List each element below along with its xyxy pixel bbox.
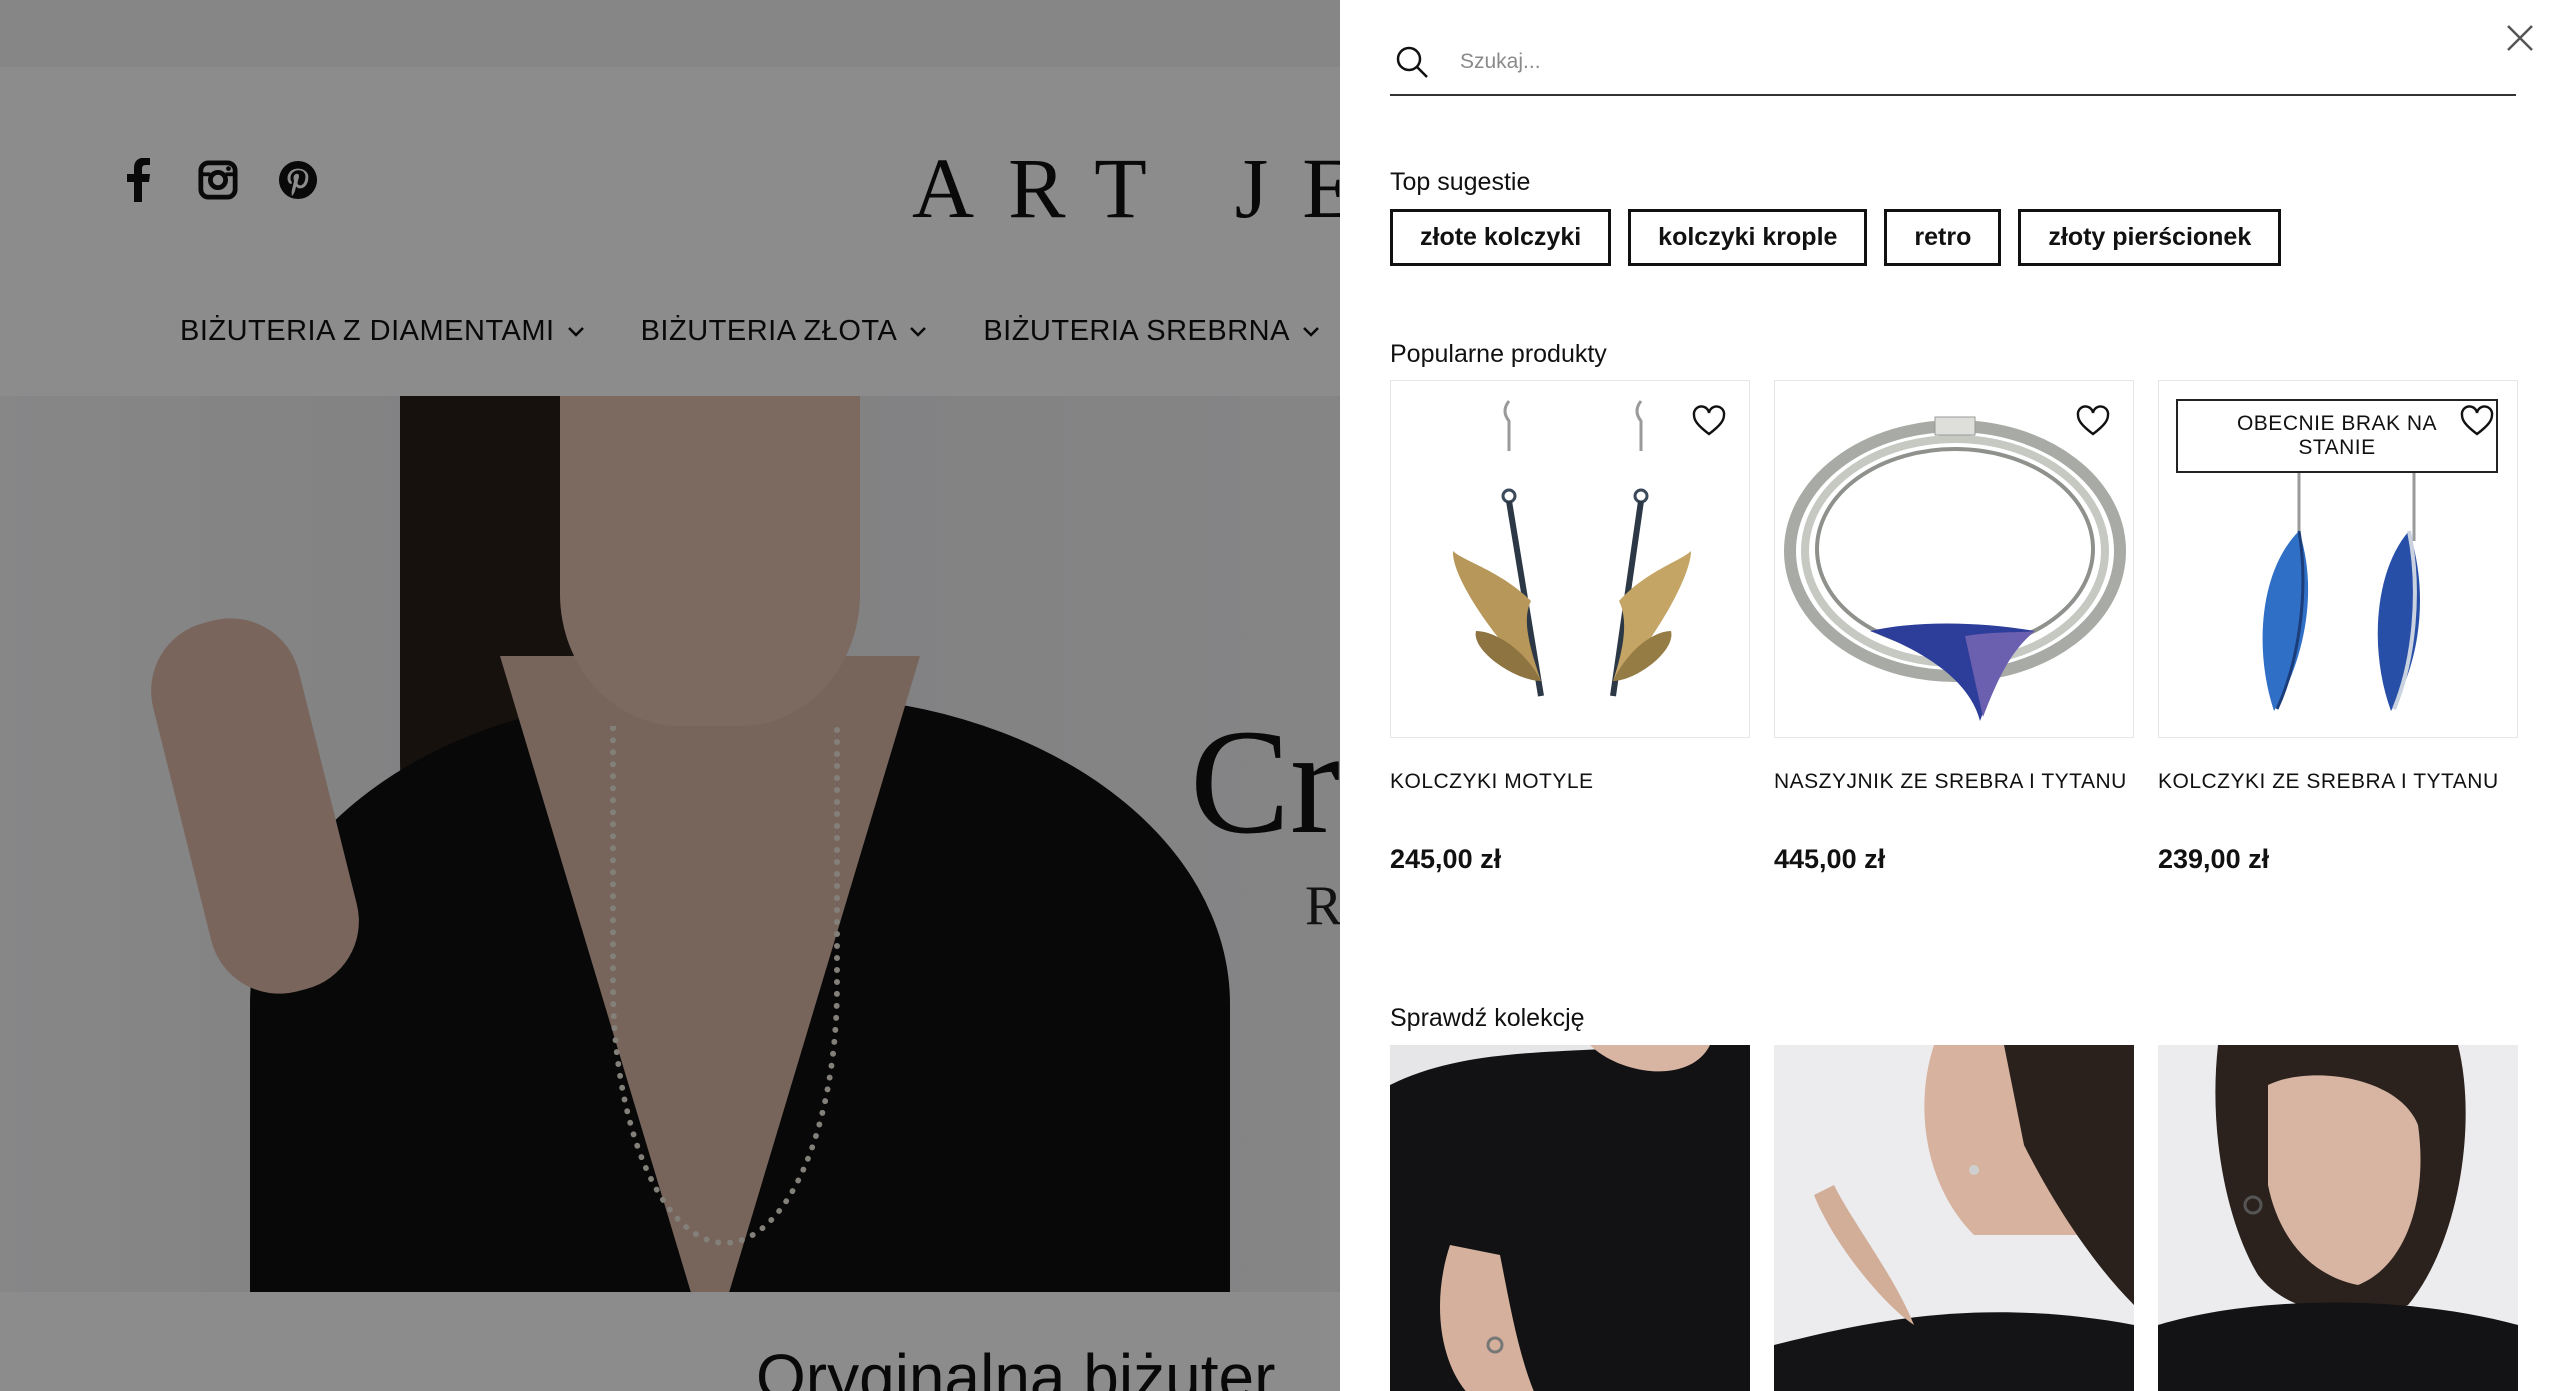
product-name[interactable]: NASZYJNIK ZE SREBRA I TYTANU [1774,770,2134,794]
collections-title: Sprawdź kolekcję [1390,1004,1585,1032]
collection-image [1390,1045,1750,1391]
collection-list [1390,1045,2518,1391]
popular-products-title: Popularne produkty [1390,340,1607,368]
top-suggestions-title: Top sugestie [1390,168,1531,196]
product-card[interactable]: NASZYJNIK ZE SREBRA I TYTANU 445,00 zł [1774,380,2134,875]
collection-card[interactable] [1390,1045,1750,1391]
search-icon [1394,42,1434,82]
collection-card[interactable] [2158,1045,2518,1391]
search-input[interactable] [1460,50,2360,74]
out-of-stock-badge: OBECNIE BRAK NA STANIE [2176,399,2498,473]
product-card[interactable]: KOLCZYKI MOTYLE 245,00 zł [1390,380,1750,875]
product-image[interactable]: OBECNIE BRAK NA STANIE [2158,380,2518,738]
collection-image [2158,1045,2518,1391]
modal-overlay[interactable] [0,0,1340,1391]
product-image[interactable] [1774,380,2134,738]
collection-card[interactable] [1774,1045,2134,1391]
suggestion-chip[interactable]: kolczyki krople [1628,209,1868,266]
search-panel: Top sugestie złote kolczyki kolczyki kro… [1340,0,2560,1391]
product-price: 445,00 zł [1774,844,1886,874]
product-image[interactable] [1390,380,1750,738]
product-card[interactable]: OBECNIE BRAK NA STANIE KOLCZYKI ZE SREBR… [2158,380,2518,875]
heart-icon[interactable] [1691,403,1727,439]
close-icon[interactable] [2502,20,2538,56]
suggestion-chip[interactable]: retro [1884,209,2002,266]
suggestion-chips: złote kolczyki kolczyki krople retro zło… [1390,209,2282,266]
search-bar [1390,30,2516,96]
product-list: KOLCZYKI MOTYLE 245,00 zł NASZYJNIK ZE S… [1390,380,2518,875]
heart-icon[interactable] [2075,403,2111,439]
product-price: 239,00 zł [2158,844,2270,874]
product-price: 245,00 zł [1390,844,1502,874]
product-name[interactable]: KOLCZYKI MOTYLE [1390,770,1750,794]
collection-image [1774,1045,2134,1391]
heart-icon[interactable] [2459,403,2495,439]
product-name[interactable]: KOLCZYKI ZE SREBRA I TYTANU [2158,770,2518,794]
suggestion-chip[interactable]: złote kolczyki [1390,209,1612,266]
suggestion-chip[interactable]: złoty pierścionek [2018,209,2282,266]
